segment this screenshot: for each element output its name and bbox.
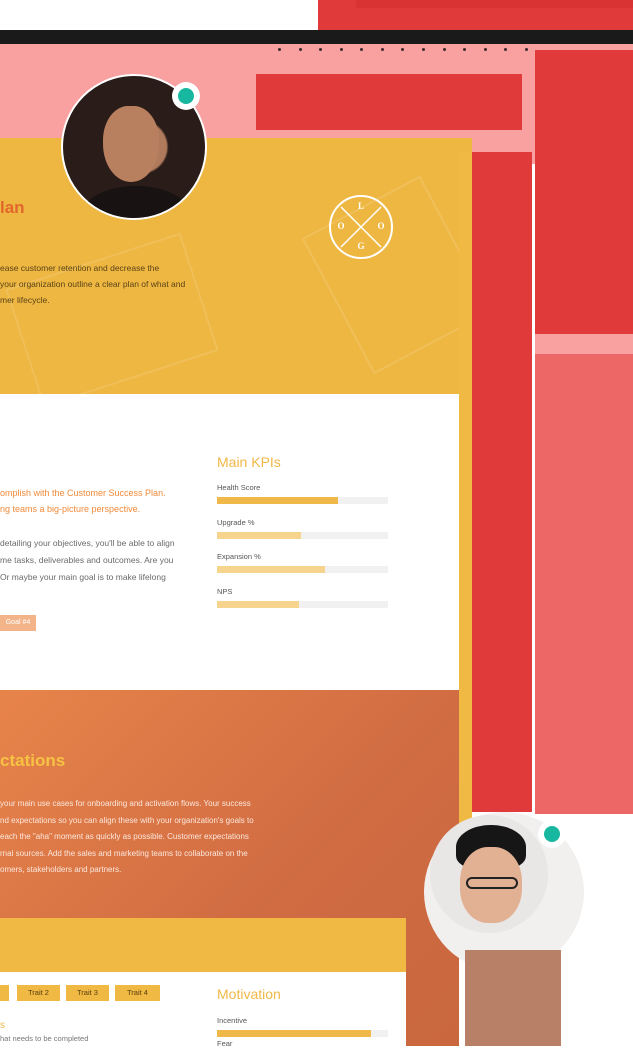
persona-header-band (0, 918, 406, 972)
kpi-track (217, 497, 388, 504)
kpi-fill (217, 497, 339, 504)
kpi-nps: NPS (217, 586, 388, 608)
avatar-man-body (465, 950, 561, 1046)
avatar-man (430, 815, 548, 933)
motivation-fill (217, 1030, 371, 1037)
motivation-label: Fear (217, 1039, 233, 1048)
trait-tag[interactable]: Trait 2 (17, 985, 60, 1001)
motivation-label: Incentive (217, 1016, 248, 1025)
kpi-track (217, 566, 388, 573)
kpi-label: Health Score (217, 483, 261, 492)
logo-letter-left: O (337, 221, 345, 231)
kpi-fill (217, 566, 325, 573)
hero-description: ease customer retention and decrease the… (0, 263, 186, 305)
goals-subtitle: omplish with the Customer Success Plan. … (0, 488, 166, 514)
logo-letter-bottom: G (357, 241, 365, 251)
logo-letter-top: L (357, 201, 364, 211)
kpi-expansion: Expansion % (217, 551, 388, 573)
logo-letter-right: O (377, 221, 385, 231)
decor-red-top-strip (356, 0, 633, 8)
kpi-track (217, 532, 388, 539)
decor-dark-strip (0, 30, 633, 44)
trait-tag-partial[interactable] (0, 985, 9, 1001)
kpi-label: Upgrade % (217, 518, 255, 527)
logo-badge: L O G O (329, 195, 393, 259)
decor-yellow-edge (459, 152, 472, 912)
hero-title: lan (0, 198, 25, 217)
tasks-text: hat needs to be completed (0, 1034, 89, 1043)
kpi-label: NPS (217, 587, 233, 596)
trait-tag[interactable]: Trait 3 (66, 985, 109, 1001)
trait-tag[interactable]: Trait 4 (115, 985, 160, 1001)
goal-tag[interactable]: Goal #4 (0, 615, 36, 631)
decor-red-block (256, 74, 522, 130)
decor-red-right (535, 50, 633, 334)
motivation-track (217, 1030, 388, 1037)
decor-pink-right (535, 334, 633, 354)
kpi-track (217, 601, 388, 608)
kpi-upgrade: Upgrade % (217, 517, 388, 539)
decor-red-vertical (472, 152, 532, 812)
kpi-label: Expansion % (217, 552, 261, 561)
decor-dot-row (278, 48, 528, 54)
goals-body: detailing your objectives, you'll be abl… (0, 538, 175, 582)
tasks-title: s (0, 1020, 5, 1031)
hero-photo-decor (5, 232, 219, 394)
motivation-fear: Fear (217, 1038, 388, 1050)
kpi-fill (217, 601, 300, 608)
kpi-fill (217, 532, 301, 539)
online-status-icon (538, 820, 566, 848)
kpi-health-score: Health Score (217, 482, 388, 504)
online-status-icon (172, 82, 200, 110)
expectations-title: ctations (0, 751, 66, 770)
kpis-title: Main KPIs (217, 454, 281, 470)
expectations-description: your main use cases for onboarding and a… (0, 799, 254, 874)
motivation-incentive: Incentive (217, 1015, 388, 1037)
decor-coral-right (535, 354, 633, 814)
motivation-title: Motivation (217, 986, 281, 1002)
